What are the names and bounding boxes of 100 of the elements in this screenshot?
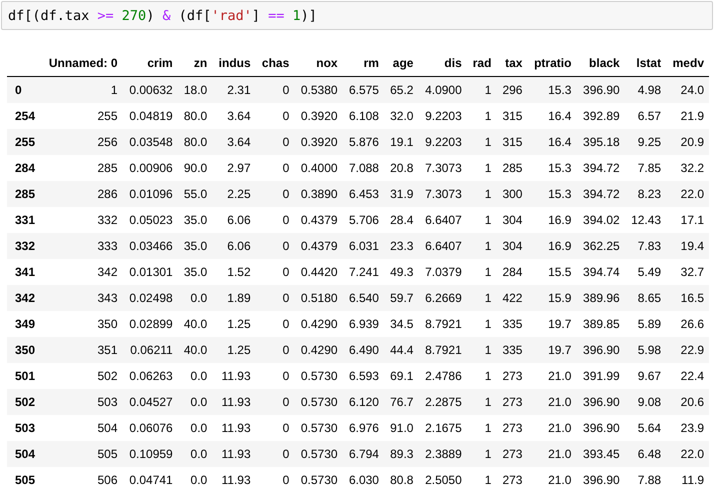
table-cell: 34.5 xyxy=(384,311,418,337)
table-cell: 0 xyxy=(256,285,294,311)
table-cell: 6.540 xyxy=(342,285,384,311)
table-cell: 1.52 xyxy=(212,259,256,285)
table-cell: 504 xyxy=(41,415,123,441)
table-cell: 335 xyxy=(496,337,528,363)
table-cell: 1 xyxy=(466,207,496,233)
table-cell: 40.0 xyxy=(178,337,212,363)
table-cell: 11.93 xyxy=(212,441,256,467)
table-cell: 15.3 xyxy=(527,181,576,207)
table-cell: 21.0 xyxy=(527,441,576,467)
table-cell: 7.83 xyxy=(624,233,666,259)
table-cell: 32.7 xyxy=(666,259,709,285)
table-cell: 284 xyxy=(496,259,528,285)
table-cell: 19.7 xyxy=(527,311,576,337)
table-cell: 1 xyxy=(466,285,496,311)
table-cell: 0.02899 xyxy=(122,311,178,337)
table-cell: 3.64 xyxy=(212,129,256,155)
table-cell: 392.89 xyxy=(576,103,625,129)
table-cell: 389.96 xyxy=(576,285,625,311)
table-cell: 335 xyxy=(496,311,528,337)
table-cell: 16.4 xyxy=(527,129,576,155)
table-cell: 6.6407 xyxy=(418,233,467,259)
table-cell: 506 xyxy=(41,467,123,490)
table-cell: 1 xyxy=(466,337,496,363)
row-index: 350 xyxy=(7,337,42,363)
table-cell: 0.03548 xyxy=(122,129,178,155)
table-cell: 273 xyxy=(496,467,528,490)
table-cell: 6.575 xyxy=(342,76,384,103)
table-cell: 396.90 xyxy=(576,467,625,490)
table-cell: 0.3920 xyxy=(294,103,343,129)
table-cell: 69.1 xyxy=(384,363,418,389)
table-cell: 15.3 xyxy=(527,76,576,103)
table-cell: 7.0379 xyxy=(418,259,467,285)
table-cell: 31.9 xyxy=(384,181,418,207)
table-cell: 6.6407 xyxy=(418,207,467,233)
table-cell: 32.0 xyxy=(384,103,418,129)
table-cell: 343 xyxy=(41,285,123,311)
table-cell: 90.0 xyxy=(178,155,212,181)
table-cell: 20.6 xyxy=(666,389,709,415)
table-cell: 6.48 xyxy=(624,441,666,467)
table-cell: 296 xyxy=(496,76,528,103)
table-cell: 1 xyxy=(466,441,496,467)
table-cell: 9.67 xyxy=(624,363,666,389)
table-cell: 0 xyxy=(256,441,294,467)
table-cell: 503 xyxy=(41,389,123,415)
table-cell: 4.0900 xyxy=(418,76,467,103)
row-index: 342 xyxy=(7,285,42,311)
table-cell: 0.00632 xyxy=(122,76,178,103)
table-cell: 0.05023 xyxy=(122,207,178,233)
table-cell: 1 xyxy=(466,389,496,415)
table-cell: 6.593 xyxy=(342,363,384,389)
table-cell: 32.2 xyxy=(666,155,709,181)
table-cell: 6.794 xyxy=(342,441,384,467)
table-cell: 23.9 xyxy=(666,415,709,441)
table-cell: 396.90 xyxy=(576,76,625,103)
table-cell: 0.4290 xyxy=(294,337,343,363)
table-cell: 0.4290 xyxy=(294,311,343,337)
table-cell: 0 xyxy=(256,311,294,337)
table-cell: 16.9 xyxy=(527,233,576,259)
row-index: 349 xyxy=(7,311,42,337)
table-cell: 1 xyxy=(466,311,496,337)
table-cell: 362.25 xyxy=(576,233,625,259)
table-cell: 2.2875 xyxy=(418,389,467,415)
table-cell: 0.04527 xyxy=(122,389,178,415)
table-cell: 9.25 xyxy=(624,129,666,155)
table-cell: 21.0 xyxy=(527,415,576,441)
table-cell: 5.876 xyxy=(342,129,384,155)
table-cell: 0.0 xyxy=(178,285,212,311)
table-cell: 1 xyxy=(41,76,123,103)
table-cell: 21.0 xyxy=(527,363,576,389)
table-cell: 21.9 xyxy=(666,103,709,129)
row-index: 504 xyxy=(7,441,42,467)
table-cell: 394.02 xyxy=(576,207,625,233)
table-cell: 0 xyxy=(256,337,294,363)
table-cell: 21.0 xyxy=(527,389,576,415)
table-cell: 1 xyxy=(466,363,496,389)
table-cell: 502 xyxy=(41,363,123,389)
table-cell: 80.0 xyxy=(178,129,212,155)
table-cell: 35.0 xyxy=(178,207,212,233)
table-cell: 0.03466 xyxy=(122,233,178,259)
table-cell: 1.89 xyxy=(212,285,256,311)
table-cell: 0 xyxy=(256,103,294,129)
table-cell: 0.4379 xyxy=(294,233,343,259)
table-cell: 0.00906 xyxy=(122,155,178,181)
table-cell: 2.3889 xyxy=(418,441,467,467)
table-cell: 59.7 xyxy=(384,285,418,311)
table-cell: 0 xyxy=(256,207,294,233)
table-cell: 28.4 xyxy=(384,207,418,233)
code-input-cell[interactable]: df[(df.tax >= 270) & (df['rad'] == 1)] xyxy=(1,1,713,30)
table-cell: 315 xyxy=(496,103,528,129)
table-cell: 0.3890 xyxy=(294,181,343,207)
table-cell: 7.241 xyxy=(342,259,384,285)
table-cell: 0.5730 xyxy=(294,467,343,490)
table-cell: 0.5730 xyxy=(294,363,343,389)
table-cell: 91.0 xyxy=(384,415,418,441)
table-cell: 256 xyxy=(41,129,123,155)
row-index: 501 xyxy=(7,363,42,389)
table-cell: 394.74 xyxy=(576,259,625,285)
table-cell: 2.31 xyxy=(212,76,256,103)
